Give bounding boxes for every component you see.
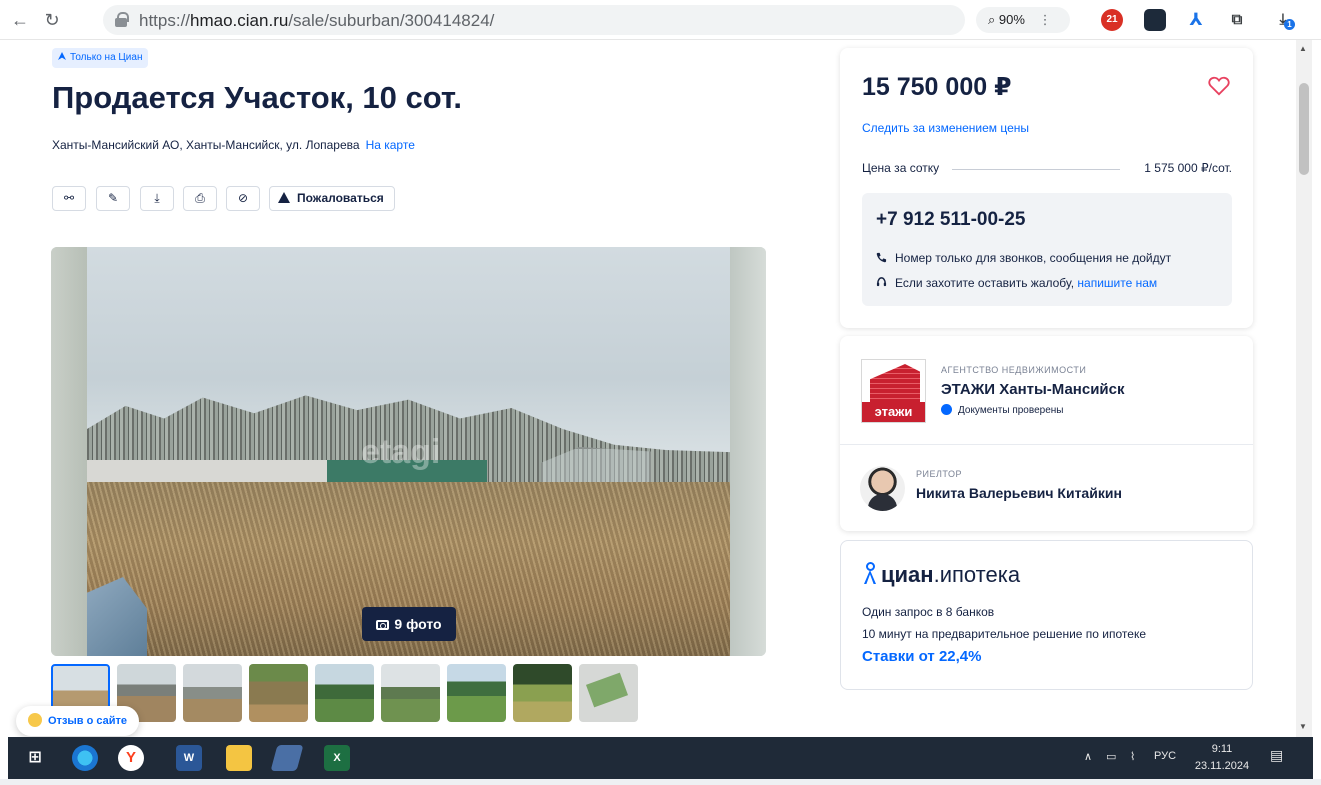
tray-chevron-icon[interactable]: ∧ — [1084, 750, 1092, 763]
scroll-thumb[interactable] — [1299, 83, 1309, 175]
cian-arrow-icon — [58, 52, 66, 60]
notes-app-icon[interactable] — [270, 745, 304, 771]
photo-count-button[interactable]: 9 фото — [362, 607, 456, 641]
photo-gallery[interactable]: etagi — [51, 247, 766, 656]
downloads-icon[interactable]: ⤓ 1 — [1272, 9, 1295, 31]
site-feedback-button[interactable]: Отзыв о сайте — [16, 706, 140, 736]
yandex-browser-icon[interactable]: Y — [118, 745, 144, 771]
wifi-icon[interactable]: ⌇ — [1130, 750, 1135, 763]
photo-thumbnail[interactable] — [381, 664, 440, 722]
reload-icon[interactable]: ↻ — [40, 8, 64, 32]
notification-icon[interactable]: ▤ — [1270, 747, 1283, 764]
agency-caption: АГЕНТСТВО НЕДВИЖИМОСТИ — [941, 365, 1087, 375]
extension-mask-icon[interactable] — [1144, 9, 1166, 31]
warning-icon — [278, 192, 290, 203]
agent-avatar[interactable] — [860, 466, 905, 511]
eye-off-icon: ⊘ — [237, 191, 249, 205]
mortgage-decision-line: 10 минут на предварительное решение по и… — [862, 627, 1146, 641]
windows-start-icon[interactable]: ⊞ — [22, 745, 48, 771]
photo-watermark: etagi — [361, 433, 441, 471]
page-title: Продается Участок, 10 сот. — [52, 80, 462, 115]
price: 15 750 000 ₽ — [862, 73, 1012, 101]
address-bar[interactable]: https://hmao.cian.ru/sale/suburban/30041… — [103, 5, 1051, 35]
camera-icon — [376, 620, 390, 630]
browser-toolbar: ← ↻ https://hmao.cian.ru/sale/suburban/3… — [0, 0, 1321, 40]
agent-name[interactable]: Никита Валерьевич Китайкин — [916, 485, 1122, 501]
phone-number[interactable]: +7 912 511-00-25 — [876, 209, 1026, 231]
mortgage-rate-link[interactable]: Ставки от 22,4% — [862, 648, 981, 665]
headset-icon — [876, 277, 887, 287]
photo-thumbnail[interactable] — [183, 664, 242, 722]
price-per-unit-row: Цена за сотку 1 575 000 ₽/сот. — [862, 161, 1232, 175]
download-icon: ⤓ — [154, 191, 160, 205]
lock-icon — [115, 12, 129, 27]
language-indicator[interactable]: РУС — [1154, 750, 1176, 762]
edge-browser-icon[interactable] — [72, 745, 98, 771]
verified-check-icon — [941, 404, 952, 415]
phone-box: +7 912 511-00-25 Номер только для звонко… — [862, 193, 1232, 306]
hide-listing-button[interactable]: ⊘ — [226, 186, 260, 211]
scroll-up-icon[interactable]: ▲ — [1299, 44, 1307, 53]
photo-thumbnail[interactable] — [447, 664, 506, 722]
edit-note-button[interactable]: ✎ — [96, 186, 130, 211]
smiley-icon — [28, 713, 42, 727]
agent-caption: РИЕЛТОР — [916, 469, 962, 479]
map-link[interactable]: На карте — [366, 138, 415, 152]
cian-pin-icon — [862, 562, 878, 584]
extension-puzzle-icon[interactable]: ⧉ — [1226, 9, 1248, 31]
phone-icon — [876, 252, 887, 263]
listing-address: Ханты-Мансийский АО, Ханты-Мансийск, ул.… — [52, 138, 415, 152]
complaint-note: Если захотите оставить жалобу, напишите … — [876, 276, 1157, 290]
page-scrollbar[interactable]: ▲ ▼ — [1296, 40, 1312, 737]
agency-logo[interactable]: этажи — [861, 359, 926, 423]
pencil-icon: ✎ — [107, 191, 119, 205]
file-explorer-icon[interactable] — [226, 745, 252, 771]
back-arrow-icon[interactable]: ← — [8, 8, 32, 32]
taskbar-clock[interactable]: 9:11 23.11.2024 — [1192, 741, 1252, 775]
zoom-indicator[interactable]: ⌕ 90% ⋮ — [976, 7, 1070, 33]
extension-badge-icon[interactable]: 21 — [1101, 9, 1123, 31]
word-icon[interactable]: W — [176, 745, 202, 771]
zoom-icon: ⌕ — [988, 12, 996, 27]
taskbar: ⊞ Y W X ∧ ▭ ⌇ РУС 9:11 23.11.2024 ▤ — [8, 737, 1313, 779]
url-text: https://hmao.cian.ru/sale/suburban/30041… — [139, 11, 495, 30]
excel-icon[interactable]: X — [324, 745, 350, 771]
favorite-heart-icon[interactable] — [1208, 76, 1230, 96]
download-button[interactable]: ⤓ — [140, 186, 174, 211]
write-us-link[interactable]: напишите нам — [1077, 276, 1157, 290]
battery-icon[interactable]: ▭ — [1106, 750, 1116, 763]
extension-acrobat-icon[interactable]: ⅄ — [1185, 9, 1207, 31]
print-button[interactable]: ⎙ — [183, 186, 217, 211]
agency-name[interactable]: ЭТАЖИ Ханты-Мансийск — [941, 381, 1125, 398]
zoom-level: 90% — [998, 12, 1025, 27]
track-price-link[interactable]: Следить за изменением цены — [862, 121, 1029, 135]
photo-thumbnail[interactable] — [249, 664, 308, 722]
printer-icon: ⎙ — [195, 191, 205, 205]
more-menu-icon[interactable]: ⋮ — [1039, 12, 1052, 27]
photo-thumbnail[interactable] — [513, 664, 572, 722]
scroll-down-icon[interactable]: ▼ — [1299, 722, 1307, 731]
exclusive-badge: Только на Циан — [52, 48, 149, 68]
photo-thumbnail-plan[interactable] — [579, 664, 638, 722]
share-icon: ⚯ — [63, 191, 75, 205]
share-button[interactable]: ⚯ — [52, 186, 86, 211]
photo-thumbnail[interactable] — [315, 664, 374, 722]
calls-only-note: Номер только для звонков, сообщения не д… — [876, 251, 1171, 265]
documents-verified: Документы проверены — [941, 404, 1063, 416]
cian-mortgage-logo: циан.ипотека — [862, 562, 1020, 588]
mortgage-banks-line: Один запрос в 8 банков — [862, 605, 995, 619]
report-button[interactable]: Пожаловаться — [269, 186, 395, 211]
